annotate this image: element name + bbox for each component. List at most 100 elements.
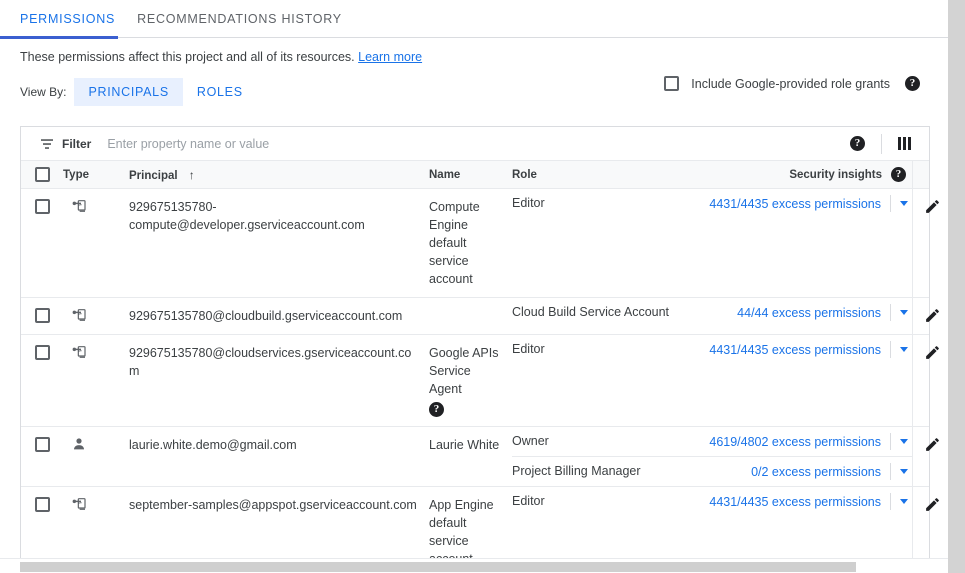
row-checkbox[interactable]: [35, 497, 50, 512]
columns-icon[interactable]: [898, 137, 911, 150]
view-by-principals[interactable]: PRINCIPALS: [74, 78, 182, 106]
role-name: Editor: [512, 335, 697, 364]
row-edit-cell[interactable]: [912, 189, 952, 297]
row-name: [429, 298, 512, 334]
table-toolbar: Filter ?: [21, 127, 929, 161]
pencil-icon[interactable]: [924, 344, 941, 361]
learn-more-link[interactable]: Learn more: [358, 50, 422, 64]
description-text: These permissions affect this project an…: [20, 50, 355, 64]
pencil-icon[interactable]: [924, 307, 941, 324]
vertical-scrollbar[interactable]: [948, 0, 965, 573]
table-row[interactable]: 929675135780@cloudbuild.gserviceaccount.…: [21, 298, 929, 335]
excess-permissions-link[interactable]: 44/44 excess permissions: [737, 306, 881, 320]
table-header-row: Type Principal ↑ Name Role Security insi…: [21, 161, 929, 189]
row-principal: 929675135780@cloudbuild.gserviceaccount.…: [129, 298, 429, 334]
pencil-icon[interactable]: [924, 436, 941, 453]
column-header-role[interactable]: Role: [512, 169, 697, 181]
chevron-down-icon[interactable]: [900, 439, 908, 444]
chevron-down-icon[interactable]: [900, 310, 908, 315]
tab-bar: PERMISSIONS RECOMMENDATIONS HISTORY: [0, 0, 965, 38]
column-header-type[interactable]: Type: [63, 169, 129, 181]
column-header-name[interactable]: Name: [429, 169, 512, 181]
security-insights-cell: 4619/4802 excess permissions: [697, 427, 912, 456]
filter-label: Filter: [62, 137, 91, 151]
include-google-grants-label: Include Google-provided role grants: [691, 77, 890, 91]
row-select-cell: [21, 189, 63, 297]
column-header-security-insights-label: Security insights: [789, 169, 882, 181]
row-checkbox[interactable]: [35, 199, 50, 214]
row-edit-cell[interactable]: [912, 298, 952, 334]
security-insights-cell: 4431/4435 excess permissions: [697, 335, 912, 364]
row-name: Laurie White: [429, 427, 512, 486]
help-icon[interactable]: ?: [905, 76, 920, 91]
role-name: Editor: [512, 189, 697, 218]
row-edit-cell[interactable]: [912, 427, 952, 486]
role-grant-line: Owner 4619/4802 excess permissions: [512, 427, 912, 456]
chevron-down-icon[interactable]: [900, 347, 908, 352]
tab-recommendations-history[interactable]: RECOMMENDATIONS HISTORY: [137, 0, 342, 38]
chevron-down-icon[interactable]: [900, 469, 908, 474]
horizontal-scrollbar-thumb[interactable]: [20, 562, 856, 572]
row-select-cell: [21, 298, 63, 334]
excess-permissions-link[interactable]: 4619/4802 excess permissions: [709, 435, 881, 449]
active-tab-indicator: [0, 36, 118, 39]
select-all-cell: [21, 167, 63, 182]
table-row[interactable]: 929675135780-compute@developer.gservicea…: [21, 189, 929, 298]
service-account-icon: [71, 496, 87, 512]
row-type-cell: [63, 189, 129, 297]
role-name: Cloud Build Service Account: [512, 298, 697, 327]
help-icon[interactable]: ?: [891, 167, 906, 182]
security-insights-cell: 0/2 excess permissions: [697, 457, 912, 486]
select-all-checkbox[interactable]: [35, 167, 50, 182]
pencil-icon[interactable]: [924, 198, 941, 215]
help-icon[interactable]: ?: [429, 402, 444, 417]
sort-ascending-icon[interactable]: ↑: [189, 168, 195, 182]
column-header-principal[interactable]: Principal ↑: [129, 168, 429, 182]
row-principal: 929675135780-compute@developer.gservicea…: [129, 189, 429, 297]
permissions-table-card: Filter ? Type Principal ↑ Name Role Secu…: [20, 126, 930, 573]
excess-permissions-link[interactable]: 4431/4435 excess permissions: [709, 197, 881, 211]
row-principal: 929675135780@cloudservices.gserviceaccou…: [129, 335, 429, 426]
divider: [890, 493, 891, 510]
row-select-cell: [21, 427, 63, 486]
row-name: Compute Engine default service account: [429, 189, 512, 297]
row-edit-cell[interactable]: [912, 335, 952, 426]
row-select-cell: [21, 335, 63, 426]
view-by-roles[interactable]: ROLES: [183, 78, 257, 106]
filter-icon[interactable]: [39, 136, 55, 152]
table-row[interactable]: 929675135780@cloudservices.gserviceaccou…: [21, 335, 929, 427]
include-google-grants-group: Include Google-provided role grants ?: [664, 76, 920, 91]
horizontal-scrollbar-track[interactable]: [0, 558, 948, 573]
row-role-stack: Owner 4619/4802 excess permissions Project…: [512, 427, 912, 486]
divider: [890, 341, 891, 358]
column-header-security-insights[interactable]: Security insights ?: [697, 167, 912, 182]
divider: [890, 433, 891, 450]
row-checkbox[interactable]: [35, 308, 50, 323]
row-checkbox[interactable]: [35, 345, 50, 360]
chevron-down-icon[interactable]: [900, 201, 908, 206]
role-grant-line: Project Billing Manager 0/2 excess permis…: [512, 456, 912, 486]
table-body: 929675135780-compute@developer.gservicea…: [21, 189, 929, 573]
divider: [881, 134, 882, 154]
row-role-stack: Editor 4431/4435 excess permissions: [512, 189, 912, 297]
role-grant-line: Editor4431/4435 excess permissions: [512, 487, 912, 516]
role-name: Project Billing Manager: [512, 457, 697, 486]
excess-permissions-link[interactable]: 4431/4435 excess permissions: [709, 343, 881, 357]
tab-permissions[interactable]: PERMISSIONS: [20, 0, 115, 38]
role-name: Owner: [512, 427, 697, 456]
view-by-row: View By: PRINCIPALS ROLES Include Google…: [0, 64, 965, 106]
chevron-down-icon[interactable]: [900, 499, 908, 504]
row-checkbox[interactable]: [35, 437, 50, 452]
table-row[interactable]: laurie.white.demo@gmail.comLaurie WhiteO…: [21, 427, 929, 487]
row-role-stack: Editor 4431/4435 excess permissions: [512, 335, 912, 426]
search-input[interactable]: [105, 136, 435, 152]
role-grant-line: Editor 4431/4435 excess permissions: [512, 335, 912, 364]
row-name: Google APIs Service Agent?: [429, 335, 512, 426]
row-type-cell: [63, 427, 129, 486]
security-insights-cell: 44/44 excess permissions: [697, 298, 912, 327]
include-google-grants-checkbox[interactable]: [664, 76, 679, 91]
help-icon[interactable]: ?: [850, 136, 865, 151]
excess-permissions-link[interactable]: 0/2 excess permissions: [751, 465, 881, 479]
excess-permissions-link[interactable]: 4431/4435 excess permissions: [709, 495, 881, 509]
pencil-icon[interactable]: [924, 496, 941, 513]
